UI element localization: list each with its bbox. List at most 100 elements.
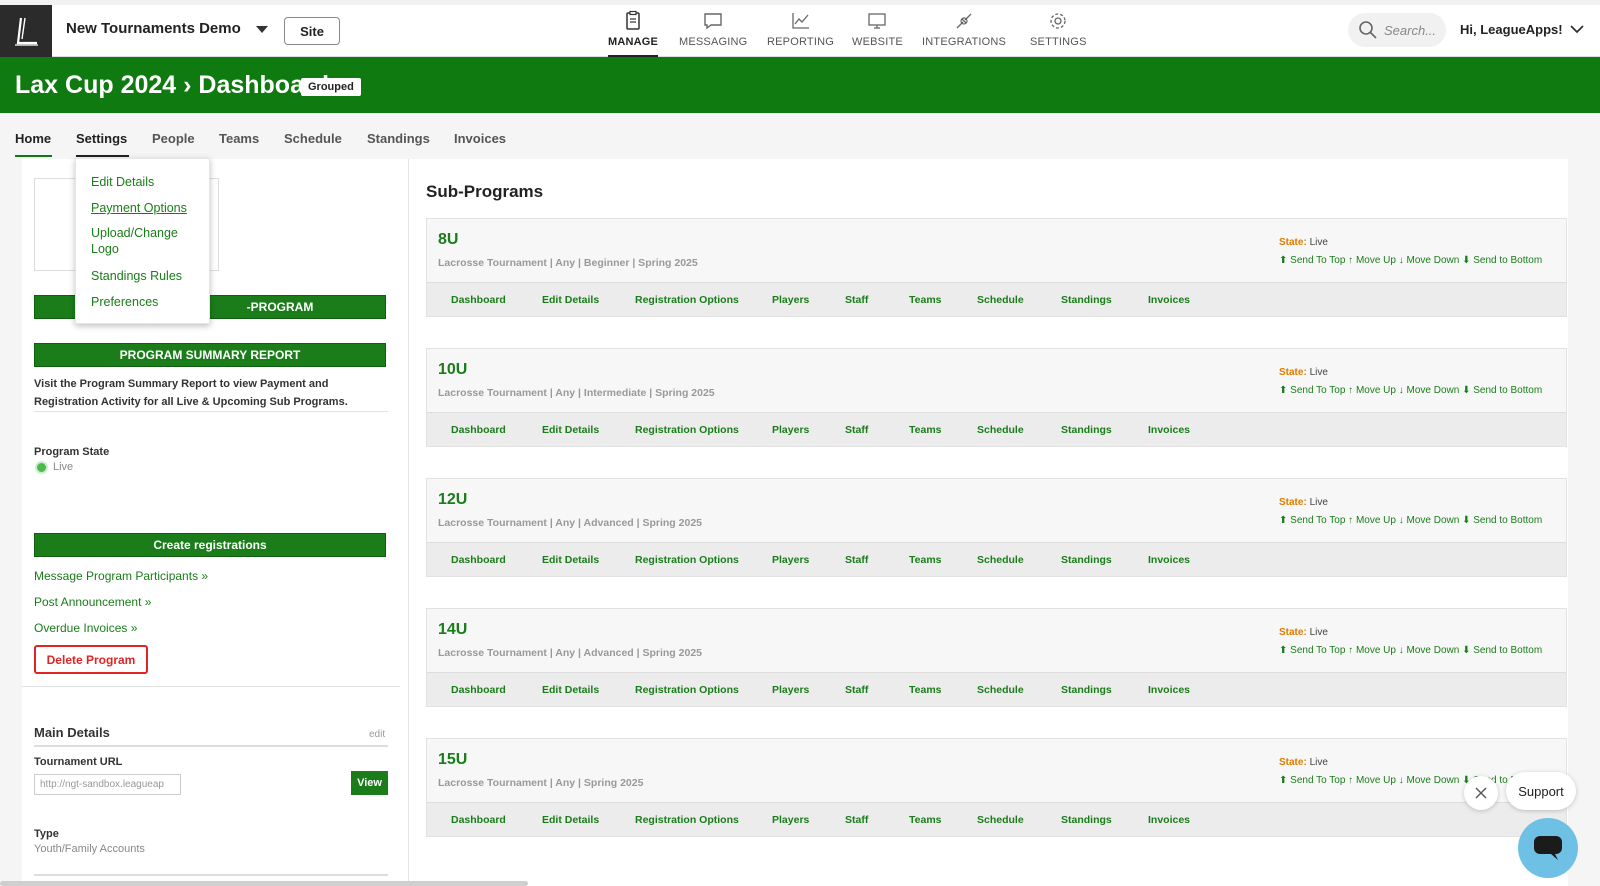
sub-program-link-registration-options[interactable]: Registration Options [635,684,739,696]
sub-program-link-dashboard[interactable]: Dashboard [451,684,506,696]
delete-program-button[interactable]: Delete Program [34,645,148,674]
sub-program-link-standings[interactable]: Standings [1061,554,1112,566]
sub-program-link-dashboard[interactable]: Dashboard [451,294,506,306]
sub-program-link-edit-details[interactable]: Edit Details [542,294,599,306]
sub-program-links: Dashboard Edit Details Registration Option… [427,672,1566,706]
tab-standings[interactable]: Standings [367,131,430,146]
tournament-url-field[interactable]: http://ngt-sandbox.leagueap [34,774,181,795]
message-icon [704,13,722,30]
support-chat-button[interactable] [1518,818,1578,878]
sub-program-move-controls[interactable]: ⬆ Send To Top ↑ Move Up ↓ Move Down ⬇ Se… [1279,645,1565,656]
sub-program-link-standings[interactable]: Standings [1061,424,1112,436]
sub-program-move-controls[interactable]: ⬆ Send To Top ↑ Move Up ↓ Move Down ⬇ Se… [1279,515,1565,526]
sub-program-link-schedule[interactable]: Schedule [977,294,1024,306]
sub-program-link-schedule[interactable]: Schedule [977,424,1024,436]
sub-program-link-registration-options[interactable]: Registration Options [635,814,739,826]
menu-item-payment-options[interactable]: Payment Options [91,200,201,216]
nav-reporting[interactable]: REPORTING [767,10,834,57]
main-details-edit-link[interactable]: edit [369,729,385,740]
leagueapps-logo[interactable] [0,5,52,57]
menu-item-edit-details[interactable]: Edit Details [91,174,201,190]
divider [22,686,400,687]
sub-program-name[interactable]: 8U [438,231,458,249]
sub-program-link-invoices[interactable]: Invoices [1148,294,1190,306]
search-placeholder: Search... [1384,22,1437,38]
tab-people[interactable]: People [152,131,195,146]
sub-program-link-teams[interactable]: Teams [909,554,942,566]
horizontal-scrollbar[interactable] [0,881,528,886]
sub-program-link-standings[interactable]: Standings [1061,294,1112,306]
tab-schedule[interactable]: Schedule [284,131,342,146]
tab-home[interactable]: Home [15,131,51,146]
sub-program-link-schedule[interactable]: Schedule [977,814,1024,826]
sub-program-move-controls[interactable]: ⬆ Send To Top ↑ Move Up ↓ Move Down ⬇ Se… [1279,255,1565,266]
menu-item-standings-rules[interactable]: Standings Rules [91,268,201,284]
sub-program-link-teams[interactable]: Teams [909,294,942,306]
overdue-invoices-link[interactable]: Overdue Invoices » [34,621,137,635]
tab-invoices[interactable]: Invoices [454,131,506,146]
support-close-button[interactable] [1464,776,1498,810]
sub-program-link-players[interactable]: Players [772,554,809,566]
page-title: Lax Cup 2024 › Dashboard [15,71,329,99]
sub-program-link-edit-details[interactable]: Edit Details [542,684,599,696]
sub-program-link-staff[interactable]: Staff [845,684,868,696]
sub-program-link-edit-details[interactable]: Edit Details [542,814,599,826]
tab-settings[interactable]: Settings [76,131,127,146]
program-state-value: Live [53,461,74,473]
sub-program-link-invoices[interactable]: Invoices [1148,684,1190,696]
sub-program-link-dashboard[interactable]: Dashboard [451,424,506,436]
sub-program-link-invoices[interactable]: Invoices [1148,424,1190,436]
state-label: State: [1279,757,1307,768]
sub-program-name[interactable]: 15U [438,751,467,769]
sub-program-link-invoices[interactable]: Invoices [1148,814,1190,826]
sub-program-link-players[interactable]: Players [772,294,809,306]
menu-item-upload-logo[interactable]: Upload/Change Logo [91,225,201,257]
sub-program-name[interactable]: 14U [438,621,467,639]
create-registrations-button[interactable]: Create registrations [34,533,386,557]
sub-program-link-teams[interactable]: Teams [909,814,942,826]
nav-messaging[interactable]: MESSAGING [679,10,747,57]
site-button[interactable]: Site [284,17,340,45]
nav-website[interactable]: WEBSITE [852,10,903,57]
nav-integrations[interactable]: INTEGRATIONS [922,10,1006,57]
sub-program-link-staff[interactable]: Staff [845,814,868,826]
program-summary-report-button[interactable]: PROGRAM SUMMARY REPORT [34,343,386,367]
sub-program-link-standings[interactable]: Standings [1061,814,1112,826]
org-dropdown-caret-icon[interactable] [256,26,268,33]
search-input[interactable]: Search... [1348,13,1446,47]
sub-program-link-schedule[interactable]: Schedule [977,554,1024,566]
sub-program-name[interactable]: 10U [438,361,467,379]
support-label[interactable]: Support [1506,772,1576,810]
sub-program-link-dashboard[interactable]: Dashboard [451,554,506,566]
message-participants-link[interactable]: Message Program Participants » [34,569,208,583]
sub-program-link-registration-options[interactable]: Registration Options [635,424,739,436]
sub-program-link-standings[interactable]: Standings [1061,684,1112,696]
sub-program-link-dashboard[interactable]: Dashboard [451,814,506,826]
sub-program-link-teams[interactable]: Teams [909,424,942,436]
sub-program-link-schedule[interactable]: Schedule [977,684,1024,696]
post-announcement-link[interactable]: Post Announcement » [34,595,151,609]
sub-program-name[interactable]: 12U [438,491,467,509]
sub-program-link-registration-options[interactable]: Registration Options [635,294,739,306]
sub-program-move-controls[interactable]: ⬆ Send To Top ↑ Move Up ↓ Move Down ⬇ Se… [1279,385,1565,396]
sub-program-link-teams[interactable]: Teams [909,684,942,696]
menu-item-preferences[interactable]: Preferences [91,294,201,310]
sub-program-link-invoices[interactable]: Invoices [1148,554,1190,566]
nav-settings[interactable]: SETTINGS [1030,10,1087,57]
sub-program-link-players[interactable]: Players [772,424,809,436]
user-greeting[interactable]: Hi, LeagueApps! [1460,22,1563,37]
org-name[interactable]: New Tournaments Demo [66,20,241,37]
nav-manage[interactable]: MANAGE [608,10,659,57]
tab-teams[interactable]: Teams [219,131,259,146]
sub-program-link-staff[interactable]: Staff [845,424,868,436]
sub-program-link-registration-options[interactable]: Registration Options [635,554,739,566]
view-url-button[interactable]: View [351,771,388,795]
chevron-down-icon[interactable] [1570,24,1584,34]
sub-program-link-staff[interactable]: Staff [845,554,868,566]
sub-program-link-players[interactable]: Players [772,684,809,696]
sub-program-link-players[interactable]: Players [772,814,809,826]
sub-program-link-edit-details[interactable]: Edit Details [542,424,599,436]
sub-program-link-edit-details[interactable]: Edit Details [542,554,599,566]
live-status-dot-icon [37,463,46,472]
sub-program-link-staff[interactable]: Staff [845,294,868,306]
